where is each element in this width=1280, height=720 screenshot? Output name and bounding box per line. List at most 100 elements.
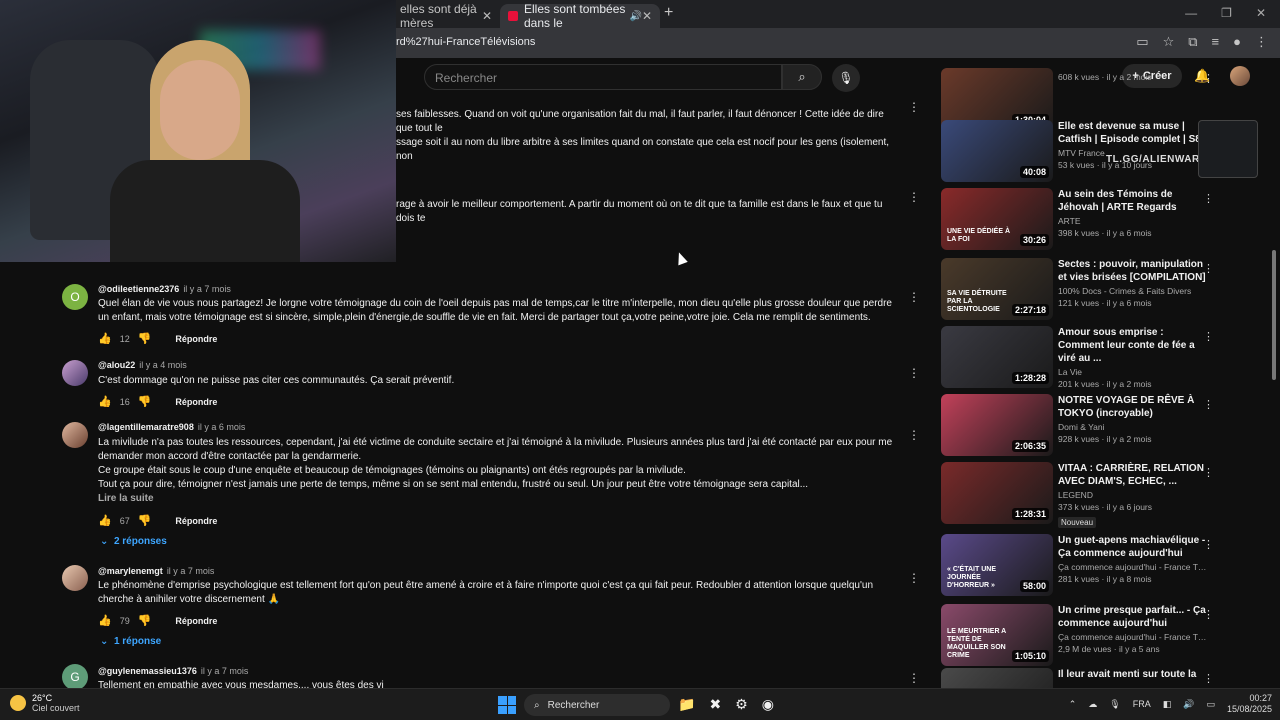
video-thumbnail[interactable]: 2:06:35 — [941, 394, 1053, 456]
chevron-up-icon[interactable]: ⌃ — [1069, 699, 1077, 710]
comment-menu-icon[interactable]: ⋮ — [908, 428, 920, 442]
comment-menu-icon[interactable]: ⋮ — [908, 100, 920, 114]
dislike-icon[interactable]: 👎 — [138, 614, 152, 627]
video-thumbnail[interactable]: 1:28:28 — [941, 326, 1053, 388]
weather-widget[interactable]: 26°C Ciel couvert — [10, 693, 80, 713]
like-icon[interactable]: 👍 — [98, 614, 112, 627]
clock[interactable]: 00:27 15/08/2025 — [1227, 693, 1272, 715]
comment-author[interactable]: @guylenemassieu1376 il y a 7 mois — [98, 666, 248, 676]
maximize-icon[interactable]: ❐ — [1221, 6, 1232, 20]
video-title[interactable]: Au sein des Témoins de Jéhovah | ARTE Re… — [1058, 188, 1208, 214]
video-channel[interactable]: Ça commence aujourd'hui - France Télévi.… — [1058, 632, 1208, 642]
comment-author[interactable]: @lagentillemaratre908 il y a 6 mois — [98, 422, 245, 432]
speaker-icon[interactable]: 🔊 — [629, 11, 641, 22]
video-channel[interactable]: Ça commence aujourd'hui - France Télévi.… — [1058, 562, 1208, 572]
comment-menu-icon[interactable]: ⋮ — [908, 290, 920, 304]
menu-icon[interactable]: ⋮ — [1255, 34, 1268, 50]
url-text[interactable]: rd%27hui-FranceTélévisions — [396, 36, 535, 48]
avatar[interactable] — [62, 422, 88, 448]
related-video[interactable]: LE MEURTRIER A TENTÉ DE MAQUILLER SON CR… — [941, 604, 1261, 666]
comment-menu-icon[interactable]: ⋮ — [908, 571, 920, 585]
avatar[interactable]: O — [62, 284, 88, 310]
avatar[interactable]: G — [62, 664, 88, 690]
video-title[interactable]: Amour sous emprise : Comment leur conte … — [1058, 326, 1208, 365]
wifi-icon[interactable]: ◧ — [1163, 699, 1172, 710]
video-channel[interactable]: 100% Docs - Crimes & Faits Divers — [1058, 286, 1208, 296]
language-indicator[interactable]: FRA — [1133, 699, 1151, 709]
video-menu-icon[interactable]: ⋮ — [1203, 262, 1214, 275]
like-icon[interactable]: 👍 — [98, 332, 112, 345]
show-replies-button[interactable]: ⌄ 2 réponses — [100, 536, 167, 547]
related-video[interactable]: 2:06:35 NOTRE VOYAGE DE RÊVE À TOKYO (in… — [941, 394, 1261, 456]
volume-icon[interactable]: 🔊 — [1183, 699, 1194, 710]
mic-button[interactable]: 🎙 — [832, 64, 860, 92]
file-explorer-icon[interactable]: 📁 — [678, 696, 695, 713]
video-title[interactable]: Un crime presque parfait... - Ça commenc… — [1058, 604, 1208, 630]
video-thumbnail[interactable]: LE MEURTRIER A TENTÉ DE MAQUILLER SON CR… — [941, 604, 1053, 666]
video-thumbnail[interactable]: SA VIE DÉTRUITE PAR LA SCIENTOLOGIE 2:27:… — [941, 258, 1053, 320]
related-video[interactable]: 1:28:28 Amour sous emprise : Comment leu… — [941, 326, 1261, 389]
profile-icon[interactable]: ● — [1233, 34, 1241, 50]
video-menu-icon[interactable]: ⋮ — [1203, 192, 1214, 205]
video-thumbnail[interactable]: « C'ÉTAIT UNE JOURNÉE D'HORREUR » 58:00 — [941, 534, 1053, 596]
reply-button[interactable]: Répondre — [175, 516, 217, 526]
video-menu-icon[interactable]: ⋮ — [1203, 72, 1214, 85]
avatar[interactable] — [62, 565, 88, 591]
video-menu-icon[interactable]: ⋮ — [1203, 398, 1214, 411]
search-button[interactable]: ⌕ — [782, 64, 822, 90]
search-input[interactable]: Rechercher — [424, 64, 782, 90]
reply-button[interactable]: Répondre — [175, 334, 217, 344]
chrome-icon[interactable]: ◉ — [762, 696, 774, 713]
settings-gear-icon[interactable]: ⚙ — [735, 696, 748, 713]
mic-tray-icon[interactable]: 🎙 — [1109, 699, 1120, 710]
bookmark-star-icon[interactable]: ☆ — [1163, 34, 1175, 50]
related-video[interactable]: UNE VIE DÉDIÉE À LA FOI 30:26 Au sein des… — [941, 188, 1261, 250]
video-menu-icon[interactable]: ⋮ — [1203, 330, 1214, 343]
video-channel[interactable]: LEGEND — [1058, 490, 1208, 500]
video-thumbnail[interactable]: 40:08 — [941, 120, 1053, 182]
related-video[interactable]: 1:28:31 VITAA : CARRIÈRE, RELATION AVEC … — [941, 462, 1261, 528]
video-thumbnail[interactable]: 1:28:31 — [941, 462, 1053, 524]
tab-2-active[interactable]: Elles sont tombées dans le 🔊 ✕ — [500, 2, 660, 30]
video-menu-icon[interactable]: ⋮ — [1203, 538, 1214, 551]
cast-icon[interactable]: ▭ — [1136, 34, 1148, 50]
comment-author[interactable]: @odileetienne2376 il y a 7 mois — [98, 284, 231, 294]
video-menu-icon[interactable]: ⋮ — [1203, 608, 1214, 621]
video-title[interactable]: Sectes : pouvoir, manipulation et vies b… — [1058, 258, 1208, 284]
related-video[interactable]: « C'ÉTAIT UNE JOURNÉE D'HORREUR » 58:00 U… — [941, 534, 1261, 596]
video-menu-icon[interactable]: ⋮ — [1203, 672, 1214, 685]
like-icon[interactable]: 👍 — [98, 514, 112, 527]
read-more-link[interactable]: Lire la suite — [98, 493, 154, 504]
battery-icon[interactable]: ▭ — [1206, 699, 1215, 710]
network-icon[interactable]: ☁ — [1088, 699, 1097, 710]
dislike-icon[interactable]: 👎 — [138, 395, 152, 408]
close-icon[interactable]: ✕ — [642, 9, 652, 23]
scrollbar-thumb[interactable] — [1272, 250, 1276, 380]
like-icon[interactable]: 👍 — [98, 395, 112, 408]
video-title[interactable]: NOTRE VOYAGE DE RÊVE À TOKYO (incroyable… — [1058, 394, 1208, 420]
new-tab-icon[interactable]: + — [664, 4, 673, 22]
tab-1[interactable]: elles sont déjà mères ✕ — [392, 2, 500, 30]
reply-button[interactable]: Répondre — [175, 616, 217, 626]
video-title[interactable]: Un guet-apens machiavélique - Ça commenc… — [1058, 534, 1208, 560]
close-window-icon[interactable]: ✕ — [1256, 6, 1266, 20]
video-channel[interactable]: Domi & Yani — [1058, 422, 1208, 432]
dislike-icon[interactable]: 👎 — [138, 514, 152, 527]
comment-author[interactable]: @alou22 il y a 4 mois — [98, 360, 187, 370]
related-video[interactable]: SA VIE DÉTRUITE PAR LA SCIENTOLOGIE 2:27:… — [941, 258, 1261, 320]
comment-menu-icon[interactable]: ⋮ — [908, 190, 920, 204]
video-thumbnail[interactable]: UNE VIE DÉDIÉE À LA FOI 30:26 — [941, 188, 1053, 250]
close-icon[interactable]: ✕ — [482, 9, 492, 23]
show-replies-button[interactable]: ⌄ 1 réponse — [100, 636, 161, 647]
comment-author[interactable]: @marylenemgt il y a 7 mois — [98, 566, 214, 576]
dislike-icon[interactable]: 👎 — [138, 332, 152, 345]
minimize-icon[interactable]: — — [1185, 6, 1197, 20]
comment-menu-icon[interactable]: ⋮ — [908, 671, 920, 685]
video-menu-icon[interactable]: ⋮ — [1203, 466, 1214, 479]
media-icon[interactable]: ≡ — [1212, 34, 1220, 50]
taskbar-search[interactable]: ⌕ Rechercher — [524, 694, 670, 716]
avatar[interactable] — [62, 360, 88, 386]
video-title[interactable]: Il leur avait menti sur toute la — [1058, 668, 1208, 681]
comment-menu-icon[interactable]: ⋮ — [908, 366, 920, 380]
video-title[interactable]: VITAA : CARRIÈRE, RELATION AVEC DIAM'S, … — [1058, 462, 1208, 488]
